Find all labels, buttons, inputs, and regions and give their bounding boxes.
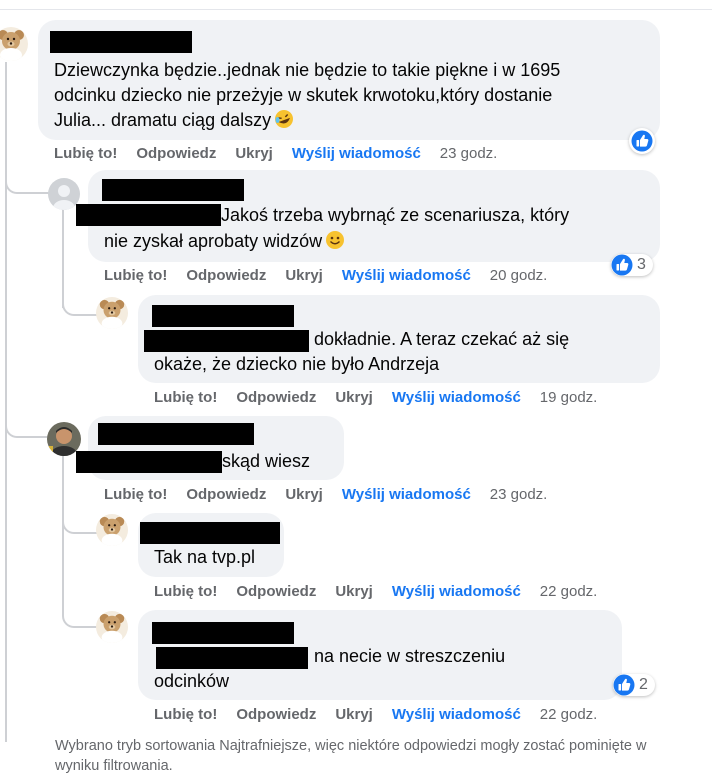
comment-text: odcinków (154, 671, 230, 691)
reaction-badge[interactable] (629, 128, 655, 154)
thread-branch (62, 518, 100, 534)
comment-text: dokładnie. A teraz czekać aż się (314, 329, 570, 349)
comment-actions: Lubię to! Odpowiedz Ukryj Wyślij wiadomość 1… (154, 389, 616, 406)
like-button[interactable]: Lubię to! (104, 267, 167, 284)
avatar[interactable] (96, 514, 128, 546)
redacted-author-name (98, 423, 254, 445)
timestamp[interactable]: 22 godz. (540, 706, 598, 723)
comment-text: okaże, że dziecko nie było Andrzeja (154, 354, 440, 374)
send-message-button[interactable]: Wyślij wiadomość (392, 583, 521, 600)
comment-text: na necie w streszczeniu (314, 646, 506, 666)
redacted-author-name (102, 179, 244, 201)
comment-text: Julia... dramatu ciąg dalszy (54, 108, 294, 133)
thread-line (62, 208, 64, 308)
send-message-button[interactable]: Wyślij wiadomość (292, 145, 421, 162)
timestamp[interactable]: 22 godz. (540, 583, 598, 600)
timestamp[interactable]: 20 godz. (490, 267, 548, 284)
comment-text: nie zyskał aprobaty widzów (104, 229, 345, 254)
timestamp[interactable]: 19 godz. (540, 389, 598, 406)
redacted-mention (144, 330, 309, 352)
hide-button[interactable]: Ukryj (335, 706, 373, 723)
comment-actions: Lubię to! Odpowiedz Ukryj Wyślij wiadomość 2… (104, 486, 566, 503)
comment-text: Tak na tvp.pl (154, 547, 256, 567)
hide-button[interactable]: Ukryj (335, 389, 373, 406)
thread-branch (5, 178, 52, 194)
send-message-button[interactable]: Wyślij wiadomość (342, 486, 471, 503)
thread-branch (62, 300, 100, 316)
reply-button[interactable]: Odpowiedz (186, 267, 266, 284)
top-divider (0, 9, 712, 10)
like-icon (613, 674, 635, 696)
like-button[interactable]: Lubię to! (154, 583, 217, 600)
like-button[interactable]: Lubię to! (104, 486, 167, 503)
comment-actions: Lubię to! Odpowiedz Ukryj Wyślij wiadomość 2… (154, 583, 616, 600)
thread-line (62, 452, 64, 612)
reply-button[interactable]: Odpowiedz (136, 145, 216, 162)
hide-button[interactable]: Ukryj (235, 145, 273, 162)
redacted-author-name (140, 522, 280, 544)
reply-button[interactable]: Odpowiedz (236, 389, 316, 406)
thread-branch (62, 612, 100, 628)
comment-text: Jakoś trzeba wybrnąć ze scenariusza, któ… (221, 205, 570, 225)
timestamp[interactable]: 23 godz. (490, 486, 548, 503)
redacted-author-name (152, 305, 294, 327)
like-button[interactable]: Lubię to! (54, 145, 117, 162)
send-message-button[interactable]: Wyślij wiadomość (392, 389, 521, 406)
redacted-mention (156, 647, 308, 669)
comment-actions: Lubię to! Odpowiedz Ukryj Wyślij wiadomość 2… (154, 706, 616, 723)
hide-button[interactable]: Ukryj (285, 267, 323, 284)
redacted-author-name (50, 31, 192, 53)
comment-text: odcinku dziecko nie przeżyje w skutek kr… (54, 85, 553, 105)
avatar[interactable] (0, 27, 28, 61)
reaction-badge[interactable]: 2 (613, 674, 655, 696)
sorting-notice: Wybrano tryb sortowania Najtrafniejsze, … (55, 738, 647, 774)
redacted-author-name (152, 622, 294, 644)
hide-button[interactable]: Ukryj (285, 486, 323, 503)
redacted-mention (76, 451, 222, 473)
reply-button[interactable]: Odpowiedz (236, 583, 316, 600)
smile-emoji (326, 231, 345, 249)
reaction-badge[interactable]: 3 (611, 254, 653, 276)
comment-actions: Lubię to! Odpowiedz Ukryj Wyślij wiadomość 2… (104, 267, 566, 284)
thread-line (5, 62, 7, 742)
redacted-mention (76, 204, 221, 226)
reply-button[interactable]: Odpowiedz (186, 486, 266, 503)
send-message-button[interactable]: Wyślij wiadomość (392, 706, 521, 723)
timestamp[interactable]: 23 godz. (440, 145, 498, 162)
send-message-button[interactable]: Wyślij wiadomość (342, 267, 471, 284)
avatar[interactable] (96, 297, 128, 329)
comment-text: skąd wiesz (222, 451, 311, 471)
like-button[interactable]: Lubię to! (154, 389, 217, 406)
reply-button[interactable]: Odpowiedz (236, 706, 316, 723)
hide-button[interactable]: Ukryj (335, 583, 373, 600)
comment-actions: Lubię to! Odpowiedz Ukryj Wyślij wiadomość 2… (54, 145, 516, 162)
comment-text: Dziewczynka będzie..jednak nie będzie to… (54, 60, 561, 80)
avatar[interactable] (96, 611, 128, 643)
like-icon (631, 130, 653, 152)
like-icon (611, 254, 633, 276)
rofl-emoji (275, 110, 294, 128)
thread-branch (5, 422, 52, 438)
like-button[interactable]: Lubię to! (154, 706, 217, 723)
